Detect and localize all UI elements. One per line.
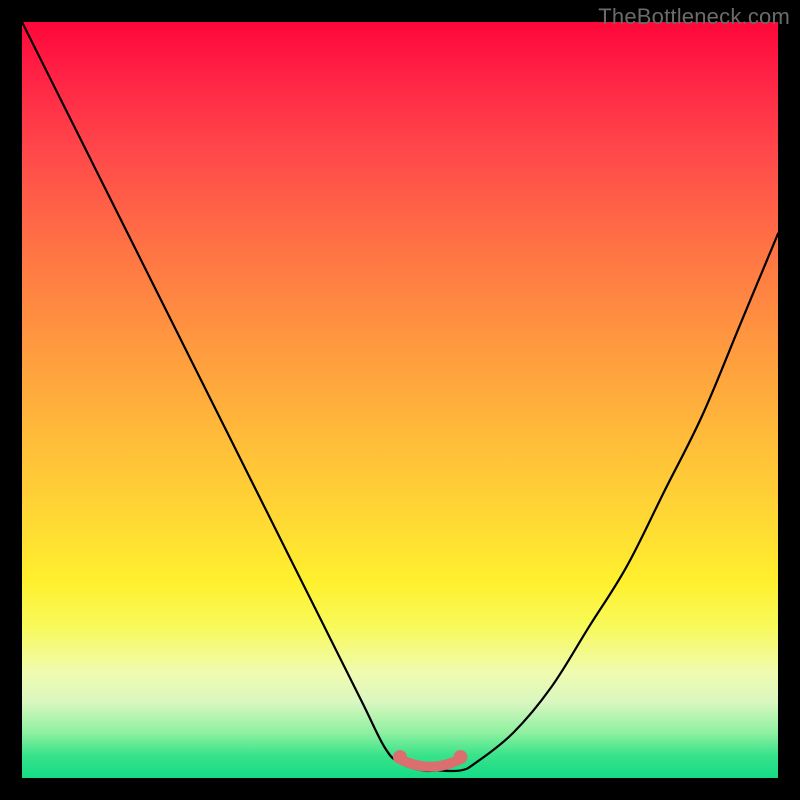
chart-svg [22,22,778,778]
watermark-text: TheBottleneck.com [598,4,790,30]
optimal-range-marker [400,759,460,767]
optimal-range-start-dot [393,750,407,764]
bottleneck-curve [22,22,778,771]
chart-plot-area [22,22,778,778]
chart-frame: TheBottleneck.com [0,0,800,800]
optimal-range-end-dot [453,750,467,764]
